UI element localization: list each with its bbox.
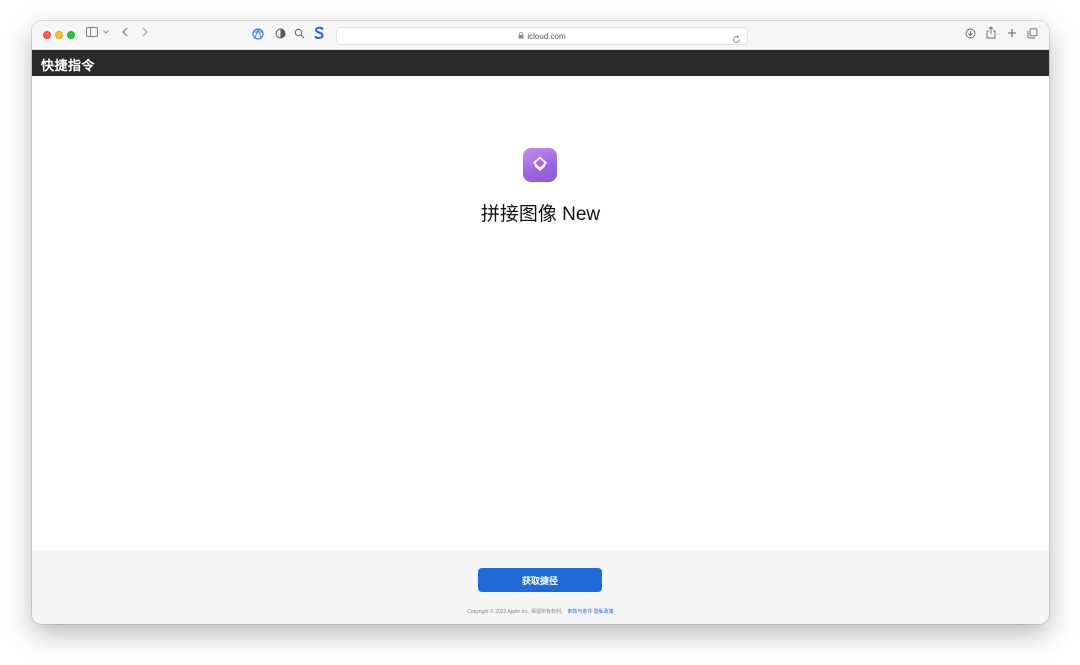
url-text: icloud.com [527,31,566,41]
footer: 获取捷径 Copyright © 2023 Apple Inc. 保留所有权利。… [32,550,1049,624]
app-header: 快捷指令 [32,50,1049,76]
terms-link[interactable]: 条款与条件 [567,609,592,615]
forward-icon[interactable] [142,27,148,37]
contrast-icon[interactable] [275,28,286,39]
shortcut-name: 拼接图像 New [480,204,601,225]
back-icon[interactable] [122,27,128,37]
screen: icloud.com 快捷指令 拼接图像 New 获取捷径 Copyright … [0,0,1080,665]
maximize-window-button[interactable] [67,31,75,39]
browser-window: icloud.com 快捷指令 拼接图像 New 获取捷径 Copyright … [32,21,1049,624]
app-title: 快捷指令 [41,58,96,73]
copyright: Copyright © 2023 Apple Inc. 保留所有权利。 条款与条… [32,608,1049,615]
main-content: 拼接图像 New [32,76,1049,550]
minimize-window-button[interactable] [55,31,63,39]
close-window-button[interactable] [43,31,51,39]
search-icon[interactable] [294,28,305,39]
privacy-link[interactable]: 隐私政策 [594,609,614,615]
reload-icon[interactable] [732,31,741,49]
share-icon[interactable] [986,26,996,39]
tabs-overview-icon[interactable] [1027,28,1038,39]
s-extension-icon[interactable] [314,26,324,40]
copyright-text: Copyright © 2023 Apple Inc. 保留所有权利。 [467,609,566,615]
extension-icon[interactable] [252,28,264,40]
lock-icon [518,31,524,41]
new-tab-icon[interactable] [1007,28,1017,38]
browser-toolbar: icloud.com [32,21,1049,50]
get-shortcut-button[interactable]: 获取捷径 [478,568,602,592]
shortcuts-layers-icon [523,148,557,182]
sidebar-icon[interactable] [86,27,98,37]
download-icon[interactable] [965,28,976,39]
address-bar[interactable]: icloud.com [336,27,748,45]
chevron-down-icon[interactable] [103,30,109,34]
